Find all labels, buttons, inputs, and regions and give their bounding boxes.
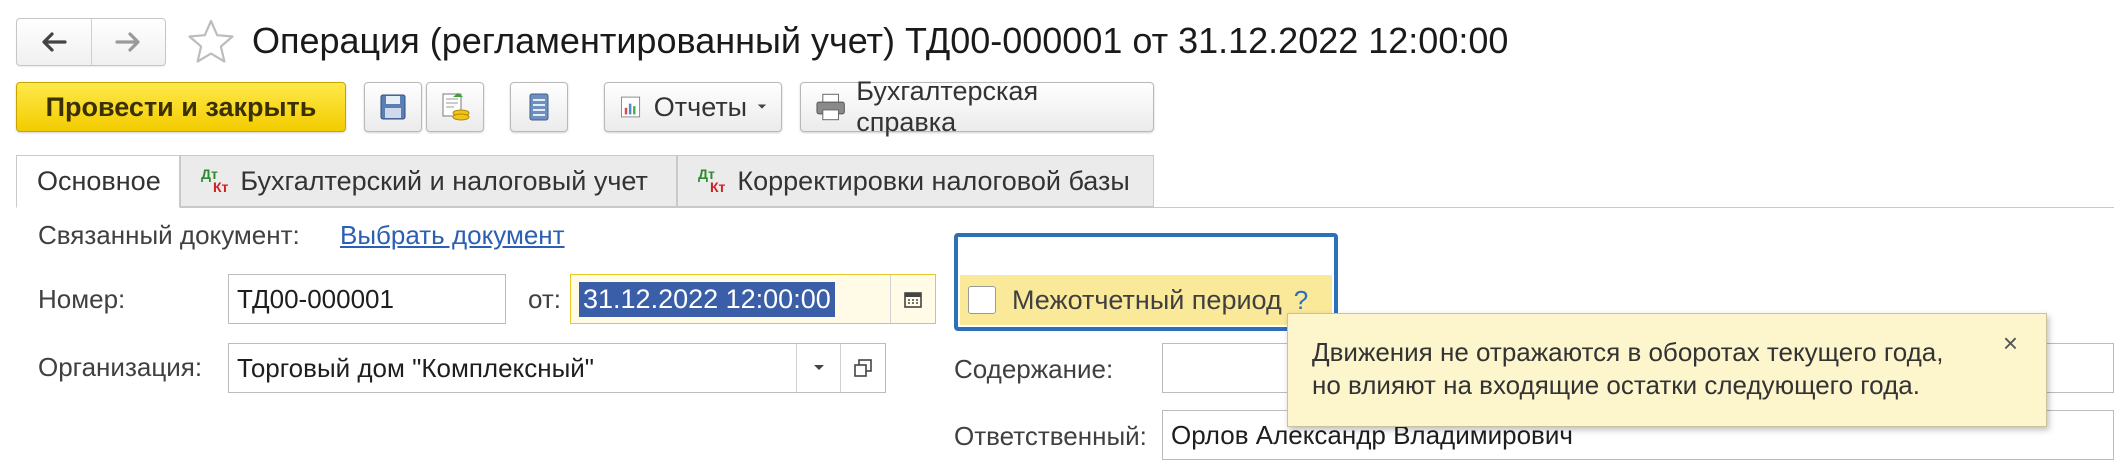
tabs-divider [16, 207, 2114, 208]
page-title: Операция (регламентированный учет) ТД00-… [252, 20, 1509, 61]
select-document-link[interactable]: Выбрать документ [340, 220, 565, 251]
reports-dropdown-button[interactable]: Отчеты [604, 82, 782, 132]
star-icon [188, 19, 234, 63]
floppy-disk-icon [380, 94, 406, 120]
list-button[interactable] [510, 82, 568, 132]
save-button[interactable] [364, 82, 422, 132]
focus-highlight [954, 233, 1338, 331]
number-field[interactable]: ТД00-000001 [228, 274, 506, 324]
accounting-reference-label: Бухгалтерская справка [856, 76, 1039, 137]
chevron-down-icon [814, 365, 824, 370]
tab-tax-base-corrections[interactable]: Дт Кт Корректировки налоговой базы [677, 155, 1154, 207]
tab-tax-base-corrections-label: Корректировки налоговой базы [737, 165, 1130, 196]
tab-main-label: Основное [37, 166, 161, 196]
back-button[interactable] [17, 19, 91, 65]
forward-button[interactable] [90, 19, 166, 65]
tooltip-line-2: но влияют на входящие остатки следующего… [1312, 370, 1920, 400]
post-button[interactable] [426, 82, 484, 132]
date-value: 31.12.2022 12:00:00 [579, 281, 835, 317]
organization-value: Торговый дом "Комплексный" [237, 352, 595, 383]
close-icon[interactable]: × [2003, 328, 2018, 359]
post-and-close-button[interactable]: Провести и закрыть [16, 82, 346, 132]
responsible-label: Ответственный: [954, 421, 1147, 451]
debit-credit-icon: Дт Кт [201, 166, 229, 195]
tooltip-line-1: Движения не отражаются в оборотах текуще… [1312, 337, 1944, 367]
navigation-buttons [16, 18, 166, 66]
post-document-icon [442, 93, 470, 121]
tab-accounting-tax-label: Бухгалтерский и налоговый учет [240, 165, 648, 196]
number-label: Номер: [38, 284, 126, 314]
organization-open-button[interactable] [840, 344, 885, 392]
content-label: Содержание: [954, 354, 1114, 384]
arrow-right-icon [115, 32, 140, 52]
report-icon [621, 96, 641, 118]
organization-dropdown-button[interactable] [796, 344, 841, 392]
calendar-button[interactable] [890, 275, 935, 323]
printer-icon [816, 93, 845, 121]
tooltip-text: Движения не отражаются в оборотах текуще… [1312, 336, 1944, 402]
favorite-button[interactable] [186, 18, 236, 71]
arrow-left-icon [42, 32, 67, 52]
calendar-icon [904, 292, 922, 308]
linked-document-label: Связанный документ: [38, 220, 300, 250]
date-field[interactable]: 31.12.2022 12:00:00 [570, 274, 936, 324]
tab-main[interactable]: Основное [16, 155, 180, 208]
help-tooltip: Движения не отражаются в оборотах текуще… [1287, 313, 2047, 427]
accounting-reference-button[interactable]: Бухгалтерская справка [800, 76, 1154, 137]
organization-field[interactable]: Торговый дом "Комплексный" [228, 343, 886, 393]
from-label: от: [528, 284, 562, 314]
tab-accounting-tax[interactable]: Дт Кт Бухгалтерский и налоговый учет [180, 155, 677, 207]
chevron-down-icon [757, 104, 767, 109]
reports-label: Отчеты [653, 91, 748, 122]
open-window-icon [854, 359, 872, 377]
list-icon [529, 93, 549, 121]
organization-label: Организация: [38, 352, 203, 382]
debit-credit-icon: Дт Кт [698, 166, 726, 195]
